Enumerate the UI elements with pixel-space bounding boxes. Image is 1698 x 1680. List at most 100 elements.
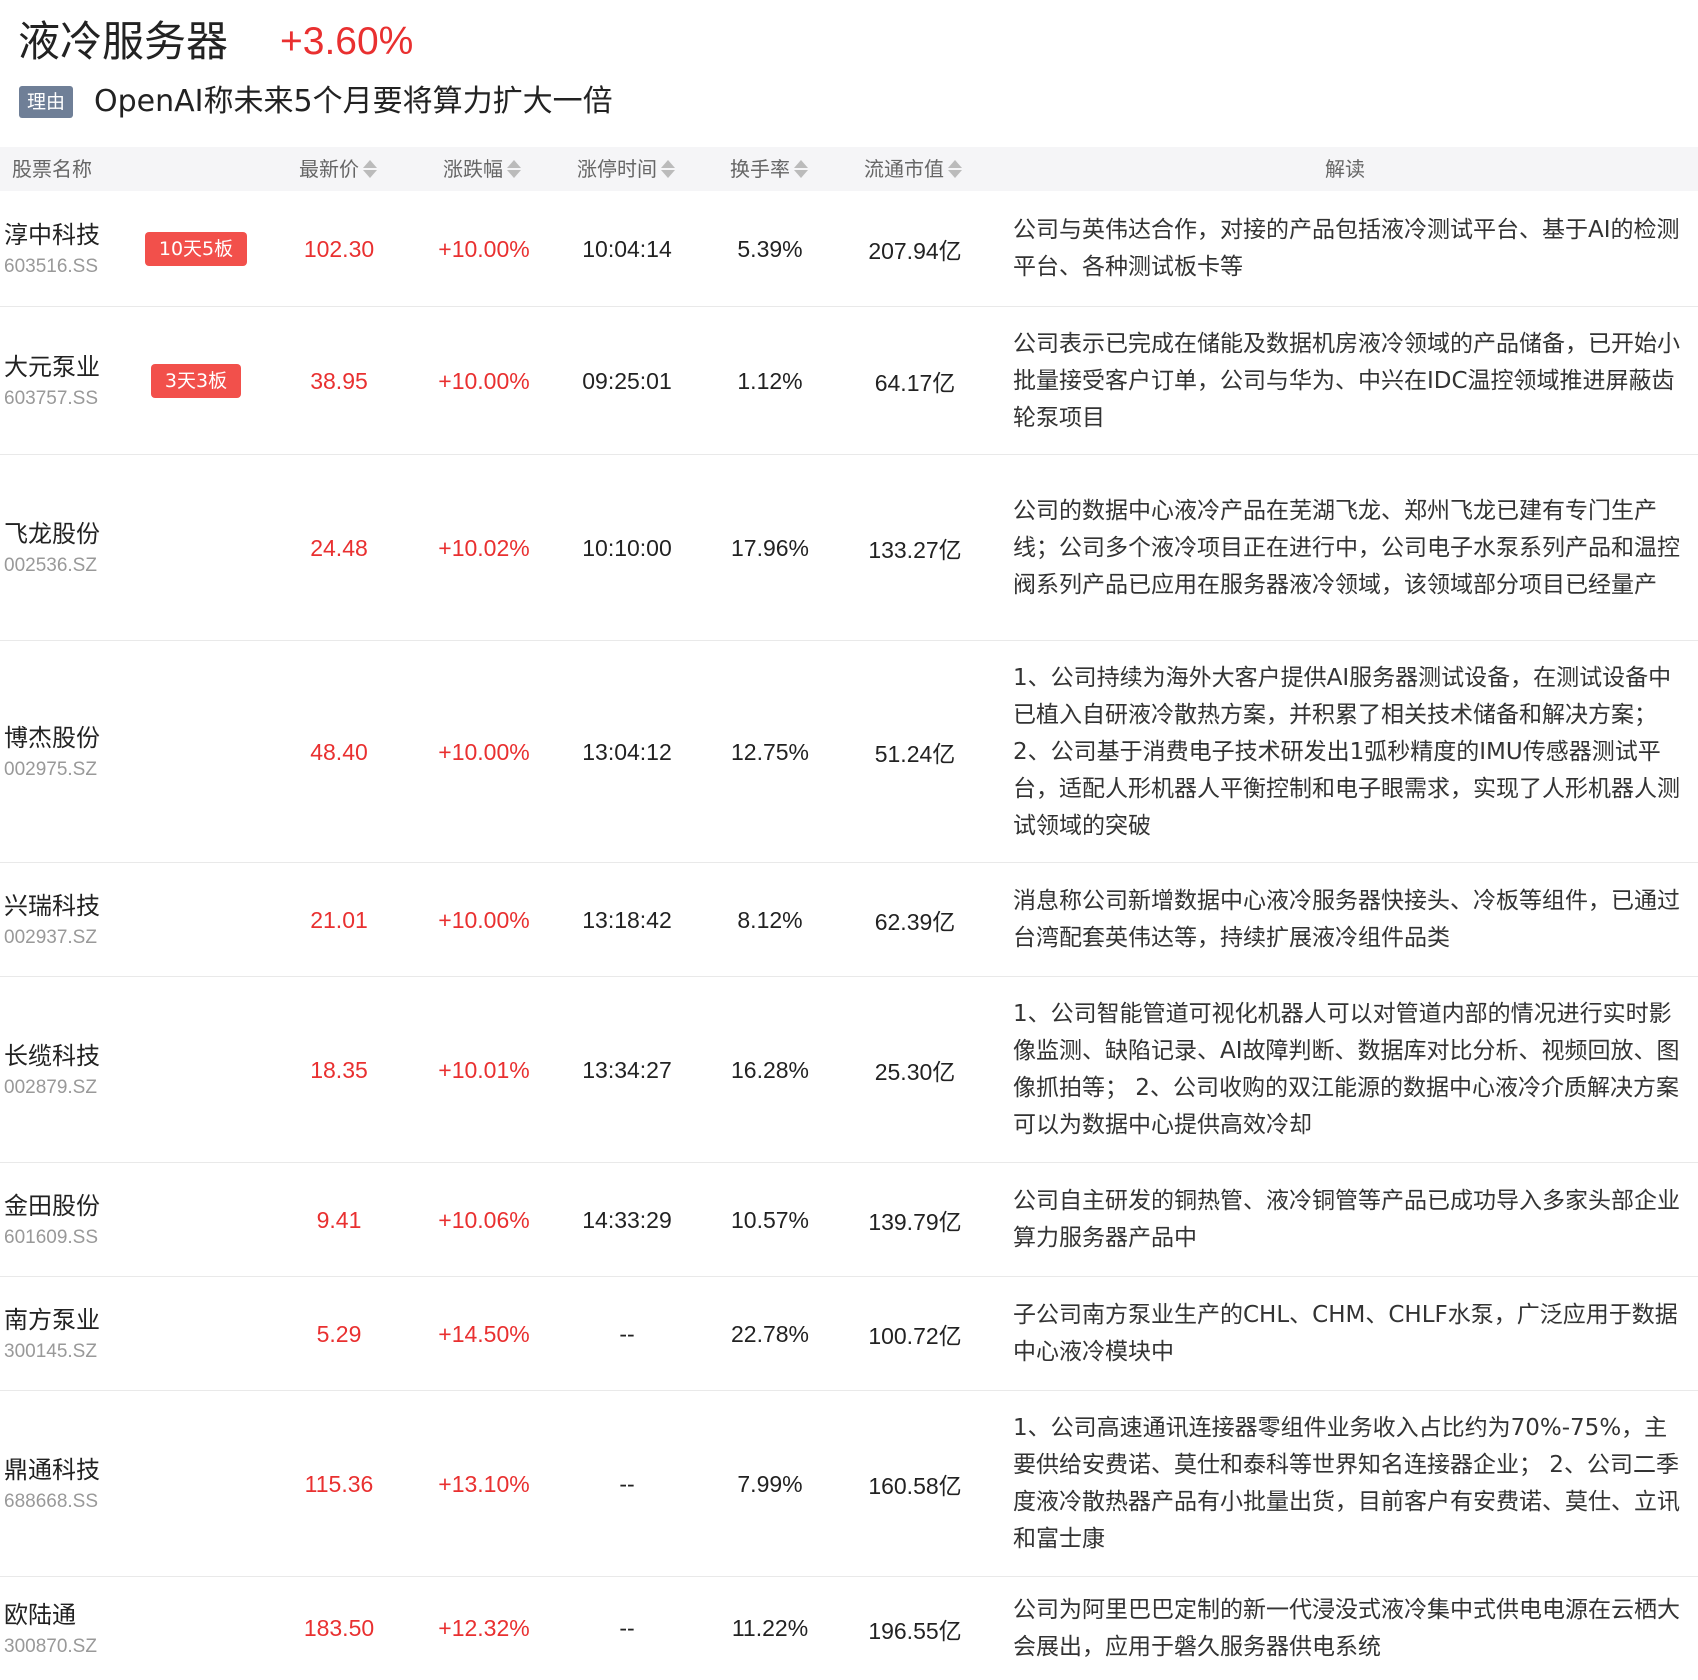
stock-code: 002536.SZ [4, 555, 97, 576]
float-cap-cell: 62.39亿 [874, 909, 956, 935]
float-cap-cell: 64.17亿 [874, 370, 956, 396]
col-time-header[interactable]: 涨停时间 [577, 147, 675, 191]
stock-name-cell[interactable]: 飞龙股份 002536.SZ [4, 455, 144, 641]
desc-cell: 公司为阿里巴巴定制的新一代浸没式液冷集中式供电电源在云栖大会展出，应用于磐久服务… [1013, 1577, 1683, 1680]
float-cap-cell: 207.94亿 [868, 238, 962, 264]
limit-time-cell: -- [619, 1320, 635, 1347]
pct-cell: +13.10% [438, 1470, 530, 1497]
stock-name[interactable]: 金田股份 [4, 1188, 144, 1224]
price-cell: 9.41 [316, 1206, 362, 1233]
col-price-header[interactable]: 最新价 [299, 147, 377, 191]
desc-cell: 消息称公司新增数据中心液冷服务器快接头、冷板等组件，已通过台湾配套英伟达等，持续… [1013, 863, 1683, 977]
stock-code: 002975.SZ [4, 759, 97, 780]
limit-time-cell: 13:34:27 [582, 1056, 672, 1083]
page-header: 液冷服务器 +3.60% 理由 OpenAI称未来5个月要将算力扩大一倍 [0, 0, 1698, 145]
sector-change: +3.60% [280, 20, 414, 63]
price-cell: 115.36 [304, 1470, 374, 1497]
stock-code: 002879.SZ [4, 1077, 97, 1098]
price-cell: 38.95 [310, 367, 368, 394]
stock-code: 002937.SZ [4, 927, 97, 948]
stock-name[interactable]: 南方泵业 [4, 1302, 144, 1338]
stock-name-cell[interactable]: 金田股份 601609.SS [4, 1163, 144, 1277]
table-row[interactable]: 鼎通科技 688668.SS 115.36 +13.10% -- 7.99% 160.58亿… [0, 1391, 1698, 1577]
stock-name-cell[interactable]: 兴瑞科技 002937.SZ [4, 863, 144, 977]
table-row[interactable]: 长缆科技 002879.SZ 18.35 +10.01% 13:34:27 16.28% 2… [0, 977, 1698, 1163]
desc-cell: 公司自主研发的铜热管、液冷铜管等产品已成功导入多家头部企业算力服务器产品中 [1013, 1163, 1683, 1277]
pct-cell: +10.06% [438, 1206, 530, 1233]
turnover-cell: 10.57% [730, 1206, 809, 1233]
stock-code: 603516.SS [4, 256, 99, 277]
pct-cell: +10.00% [438, 235, 530, 262]
desc-cell: 公司表示已完成在储能及数据机房液冷领域的产品储备，已开始小批量接受客户订单，公司… [1013, 307, 1683, 455]
stock-name-cell[interactable]: 淳中科技 603516.SS [4, 191, 144, 307]
price-cell: 21.01 [310, 906, 368, 933]
stock-name-cell[interactable]: 鼎通科技 688668.SS [4, 1391, 144, 1577]
limit-up-badge: 10天5板 [144, 232, 248, 266]
table-row[interactable]: 淳中科技 603516.SS 10天5板 102.30 +10.00% 10:04:14 5… [0, 191, 1698, 307]
desc-text: 公司表示已完成在储能及数据机房液冷领域的产品储备，已开始小批量接受客户订单，公司… [1013, 330, 1680, 431]
desc-text: 1、公司高速通讯连接器零组件业务收入占比约为70%-75%，主要供给安费诺、莫仕… [1013, 1415, 1680, 1552]
desc-cell: 子公司南方泵业生产的CHL、CHM、CHLF水泵，广泛应用于数据中心液冷模块中 [1013, 1277, 1683, 1391]
table-row[interactable]: 南方泵业 300145.SZ 5.29 +14.50% -- 22.78% 100.72亿 子… [0, 1277, 1698, 1391]
pct-cell: +12.32% [438, 1615, 530, 1641]
desc-text: 公司自主研发的铜热管、液冷铜管等产品已成功导入多家头部企业算力服务器产品中 [1013, 1188, 1680, 1251]
limit-time-cell: 09:25:01 [582, 367, 672, 394]
stock-name-cell[interactable]: 大元泵业 603757.SS [4, 307, 144, 455]
limit-time-cell: 13:04:12 [582, 738, 672, 765]
col-pct-header[interactable]: 涨跌幅 [443, 147, 521, 191]
stock-name[interactable]: 飞龙股份 [4, 516, 144, 552]
sort-icon[interactable] [947, 159, 962, 179]
table-row[interactable]: 金田股份 601609.SS 9.41 +10.06% 14:33:29 10.57% 13… [0, 1163, 1698, 1277]
table-row[interactable]: 兴瑞科技 002937.SZ 21.01 +10.00% 13:18:42 8.12% 62… [0, 863, 1698, 977]
price-cell: 102.30 [303, 235, 375, 262]
stock-name[interactable]: 兴瑞科技 [4, 888, 144, 924]
sort-icon[interactable] [506, 159, 521, 179]
turnover-cell: 12.75% [730, 738, 809, 765]
stock-name-cell[interactable]: 南方泵业 300145.SZ [4, 1277, 144, 1391]
limit-time-cell: -- [619, 1470, 635, 1497]
pct-cell: +10.00% [438, 367, 530, 394]
sort-icon[interactable] [793, 159, 808, 179]
sector-title: 液冷服务器 [18, 17, 229, 66]
stock-name[interactable]: 博杰股份 [4, 720, 144, 756]
sort-icon[interactable] [362, 159, 377, 179]
desc-text: 公司与英伟达合作，对接的产品包括液冷测试平台、基于AI的检测平台、各种测试板卡等 [1013, 217, 1680, 280]
desc-text: 1、公司持续为海外大客户提供AI服务器测试设备，在测试设备中已植入自研液冷散热方… [1013, 664, 1680, 839]
turnover-cell: 1.12% [737, 367, 803, 394]
table-row[interactable]: 大元泵业 603757.SS 3天3板 38.95 +10.00% 09:25:01 1.1… [0, 307, 1698, 455]
sort-icon[interactable] [660, 159, 675, 179]
turnover-cell: 16.28% [730, 1056, 809, 1083]
limit-time-cell: 14:33:29 [582, 1206, 672, 1233]
limit-time-cell: -- [619, 1615, 635, 1641]
col-turnover-header[interactable]: 换手率 [730, 147, 808, 191]
stock-code: 603757.SS [4, 388, 99, 409]
stock-name-cell[interactable]: 博杰股份 002975.SZ [4, 641, 144, 863]
table-row[interactable]: 欧陆通 300870.SZ 183.50 +12.32% -- 11.22% 196.55亿… [0, 1577, 1698, 1680]
stock-name[interactable]: 长缆科技 [4, 1038, 144, 1074]
stock-name[interactable]: 欧陆通 [4, 1597, 144, 1633]
table-row[interactable]: 博杰股份 002975.SZ 48.40 +10.00% 13:04:12 12.75% 5… [0, 641, 1698, 863]
float-cap-cell: 196.55亿 [868, 1617, 962, 1644]
col-cap-header[interactable]: 流通市值 [864, 147, 962, 191]
stock-name[interactable]: 大元泵业 [4, 349, 144, 385]
desc-cell: 1、公司智能管道可视化机器人可以对管道内部的情况进行实时影像监测、缺陷记录、AI… [1013, 977, 1683, 1163]
desc-cell: 1、公司持续为海外大客户提供AI服务器测试设备，在测试设备中已植入自研液冷散热方… [1013, 641, 1683, 863]
stock-name-cell[interactable]: 欧陆通 300870.SZ [4, 1577, 144, 1680]
stock-name-cell[interactable]: 长缆科技 002879.SZ [4, 977, 144, 1163]
turnover-cell: 8.12% [737, 906, 803, 933]
table-row[interactable]: 飞龙股份 002536.SZ 24.48 +10.02% 10:10:00 17.96% 1… [0, 455, 1698, 641]
turnover-cell: 11.22% [731, 1615, 809, 1641]
stock-code: 688668.SS [4, 1491, 99, 1512]
col-name-header: 股票名称 [12, 157, 92, 181]
float-cap-cell: 139.79亿 [868, 1209, 962, 1235]
desc-text: 1、公司智能管道可视化机器人可以对管道内部的情况进行实时影像监测、缺陷记录、AI… [1013, 1001, 1680, 1138]
stock-name[interactable]: 鼎通科技 [4, 1452, 144, 1488]
turnover-cell: 7.99% [737, 1470, 803, 1497]
desc-cell: 1、公司高速通讯连接器零组件业务收入占比约为70%-75%，主要供给安费诺、莫仕… [1013, 1391, 1683, 1577]
desc-text: 消息称公司新增数据中心液冷服务器快接头、冷板等组件，已通过台湾配套英伟达等，持续… [1013, 888, 1680, 951]
stock-name[interactable]: 淳中科技 [4, 217, 144, 253]
desc-cell: 公司与英伟达合作，对接的产品包括液冷测试平台、基于AI的检测平台、各种测试板卡等 [1013, 191, 1683, 307]
reason-text: OpenAI称未来5个月要将算力扩大一倍 [94, 84, 613, 119]
col-desc-header: 解读 [1325, 157, 1365, 181]
desc-cell: 公司的数据中心液冷产品在芜湖飞龙、郑州飞龙已建有专门生产线；公司多个液冷项目正在… [1013, 455, 1683, 641]
